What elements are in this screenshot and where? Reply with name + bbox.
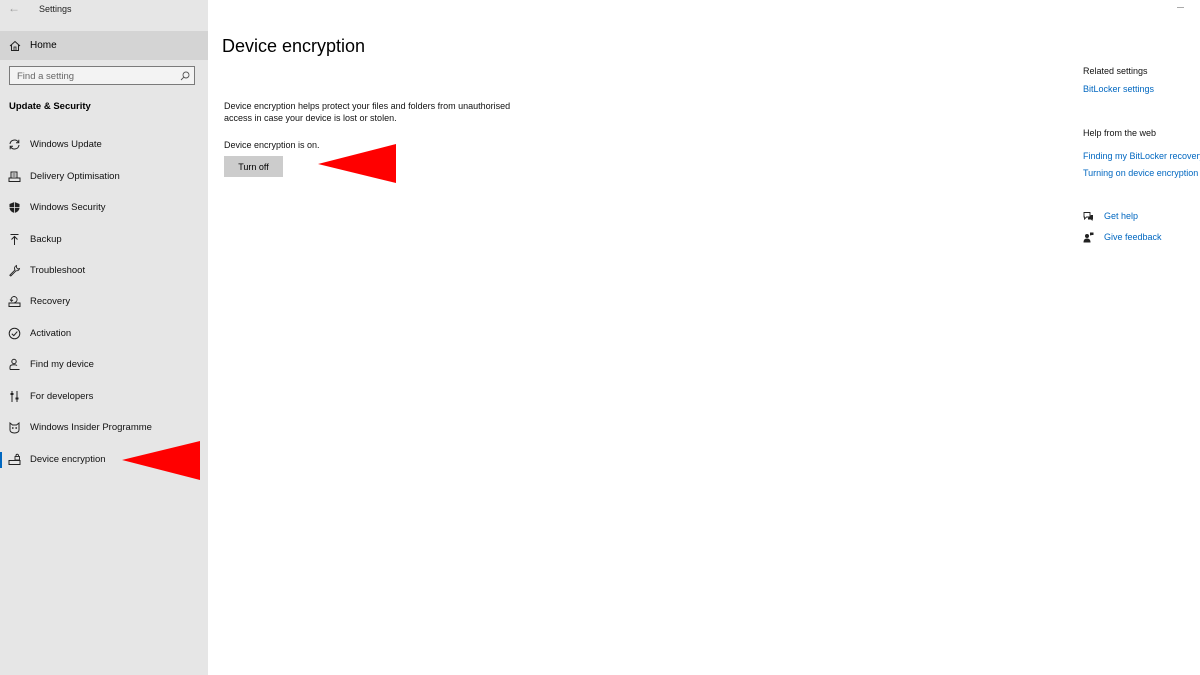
- sidebar-item-windows-insider-programme[interactable]: Windows Insider Programme: [0, 414, 208, 442]
- sidebar-item-home[interactable]: Home: [0, 31, 208, 60]
- bitlocker-recovery-link[interactable]: Finding my BitLocker recovery key: [1083, 151, 1200, 161]
- search-icon[interactable]: [180, 71, 190, 81]
- wrench-icon: [9, 264, 21, 277]
- sidebar-item-label: Activation: [30, 328, 72, 339]
- check-circle-icon: [8, 327, 21, 340]
- encryption-status: Device encryption is on.: [224, 140, 320, 150]
- sidebar-item-windows-update[interactable]: Windows Update: [0, 131, 208, 159]
- get-help-link[interactable]: Get help: [1083, 210, 1200, 224]
- page-title: Device encryption: [222, 36, 366, 56]
- person-pin-icon: [9, 358, 20, 370]
- sidebar-item-label: Delivery Optimisation: [30, 171, 120, 182]
- sidebar-item-label: Windows Security: [30, 202, 106, 213]
- minimize-button[interactable]: [1177, 7, 1184, 8]
- help-from-web-heading: Help from the web: [1083, 128, 1157, 138]
- recovery-icon: [8, 296, 21, 307]
- sidebar-item-troubleshoot[interactable]: Troubleshoot: [0, 257, 208, 285]
- turn-off-button[interactable]: Turn off: [224, 156, 283, 177]
- related-panel: Related settings BitLocker settings Help…: [1083, 0, 1200, 675]
- back-arrow-icon[interactable]: ←: [8, 1, 22, 15]
- search-placeholder: Find a setting: [17, 71, 75, 82]
- sidebar-item-label: Find my device: [30, 359, 94, 370]
- title-bar: ← Settings: [0, 0, 208, 20]
- sidebar-item-label: Windows Insider Programme: [30, 422, 152, 433]
- developer-icon: [10, 391, 19, 402]
- bitlocker-settings-link[interactable]: BitLocker settings: [1083, 84, 1154, 94]
- drive-lock-icon: [8, 453, 21, 465]
- sidebar-item-label: Device encryption: [30, 454, 106, 465]
- sidebar-item-recovery[interactable]: Recovery: [0, 288, 208, 316]
- annotation-arrow: [122, 441, 200, 480]
- chat-help-icon: [1083, 212, 1093, 221]
- sidebar-item-label: Troubleshoot: [30, 265, 86, 276]
- give-feedback-label: Give feedback: [1104, 232, 1162, 242]
- sidebar-item-label: Windows Update: [30, 139, 102, 150]
- feedback-icon: [1083, 232, 1094, 243]
- sidebar-item-label: For developers: [30, 391, 94, 402]
- search-input[interactable]: Find a setting: [9, 66, 195, 85]
- sidebar-item-label: Backup: [30, 234, 62, 245]
- give-feedback-link[interactable]: Give feedback: [1083, 231, 1200, 245]
- sidebar: ← Settings Home Find a setting Update & …: [0, 0, 208, 675]
- sidebar-item-for-developers[interactable]: For developers: [0, 383, 208, 411]
- selection-indicator: [0, 452, 2, 468]
- description-text: Device encryption helps protect your fil…: [224, 101, 511, 123]
- refresh-icon: [9, 139, 20, 150]
- section-title: Update & Security: [9, 101, 91, 112]
- sidebar-item-activation[interactable]: Activation: [0, 320, 208, 348]
- app-title: Settings: [39, 4, 72, 14]
- sidebar-item-delivery-optimisation[interactable]: Delivery Optimisation: [0, 163, 208, 191]
- sidebar-item-windows-security[interactable]: Windows Security: [0, 194, 208, 222]
- related-settings-heading: Related settings: [1083, 66, 1148, 76]
- get-help-label: Get help: [1104, 211, 1139, 221]
- delivery-icon: [8, 171, 21, 182]
- turning-on-encryption-link[interactable]: Turning on device encryption: [1083, 168, 1198, 178]
- insider-cat-icon: [9, 421, 20, 434]
- shield-icon: [9, 202, 20, 213]
- sidebar-item-backup[interactable]: Backup: [0, 226, 208, 254]
- home-icon: [9, 40, 21, 51]
- sidebar-item-label: Home: [30, 40, 57, 51]
- sidebar-item-label: Recovery: [30, 296, 71, 307]
- backup-arrow-icon: [10, 234, 19, 245]
- annotation-arrow: [318, 144, 396, 183]
- sidebar-item-find-my-device[interactable]: Find my device: [0, 351, 208, 379]
